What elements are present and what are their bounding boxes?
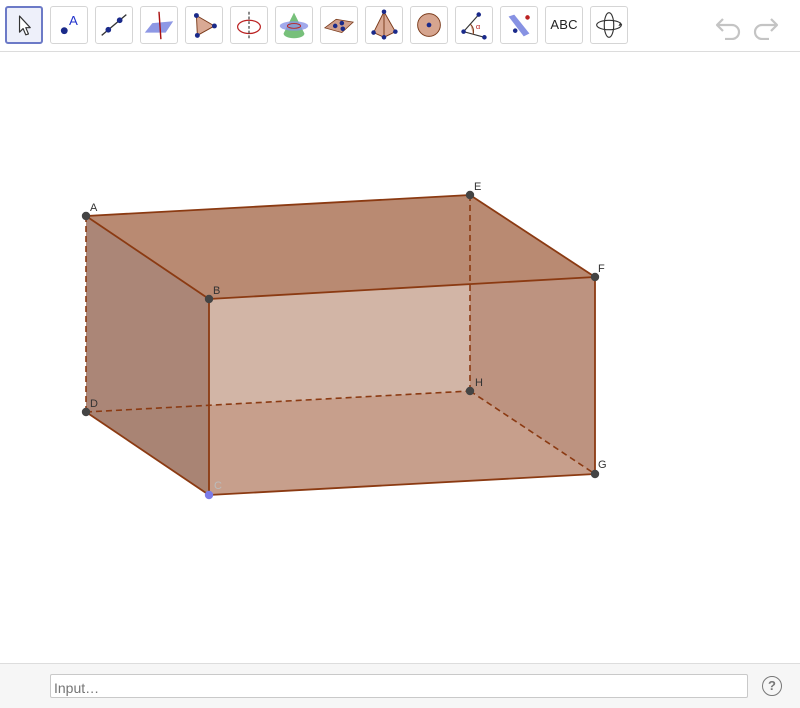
angle-tool-label: α	[476, 22, 481, 31]
point-tool-label: A	[69, 13, 78, 28]
angle-tool-icon[interactable]: α	[455, 6, 493, 44]
pyramid-tool-icon[interactable]	[365, 6, 403, 44]
label-D: D	[90, 398, 98, 410]
label-B: B	[213, 285, 220, 297]
undo-icon[interactable]	[714, 12, 744, 41]
rotate-view-tool-icon[interactable]	[590, 6, 628, 44]
intersect-surfaces-tool-icon[interactable]	[275, 6, 313, 44]
algebra-input-field[interactable]	[50, 674, 748, 698]
redo-icon[interactable]	[750, 12, 780, 41]
point-B[interactable]	[204, 294, 214, 304]
label-A: A	[90, 202, 98, 214]
point-H[interactable]	[465, 386, 475, 396]
point-E[interactable]	[465, 190, 475, 200]
point-C[interactable]	[204, 490, 214, 500]
plane-tool-icon[interactable]	[320, 6, 358, 44]
text-tool-label: ABC	[550, 17, 578, 32]
toolbar: A α ABC	[0, 0, 800, 52]
circle-axis-tool-icon[interactable]	[230, 6, 268, 44]
help-icon[interactable]: ?	[762, 676, 782, 696]
perpendicular-line-tool-icon[interactable]	[140, 6, 178, 44]
label-G: G	[598, 459, 607, 471]
line-tool-icon[interactable]	[95, 6, 133, 44]
input-bar: ?	[0, 663, 800, 708]
point-tool-icon[interactable]: A	[50, 6, 88, 44]
point-D[interactable]	[81, 407, 91, 417]
polygon-tool-icon[interactable]	[185, 6, 223, 44]
face-front	[209, 277, 595, 495]
label-H: H	[475, 377, 483, 389]
graphics-view-3d[interactable]: A B C D E F G H	[0, 52, 800, 663]
point-A[interactable]	[81, 211, 91, 221]
point-G[interactable]	[590, 469, 600, 479]
label-E: E	[474, 181, 481, 193]
label-C: C	[214, 480, 222, 492]
sphere-tool-icon[interactable]	[410, 6, 448, 44]
reflect-tool-icon[interactable]	[500, 6, 538, 44]
label-F: F	[598, 263, 605, 275]
move-tool-icon[interactable]	[5, 6, 43, 44]
text-tool[interactable]: ABC	[545, 6, 583, 44]
